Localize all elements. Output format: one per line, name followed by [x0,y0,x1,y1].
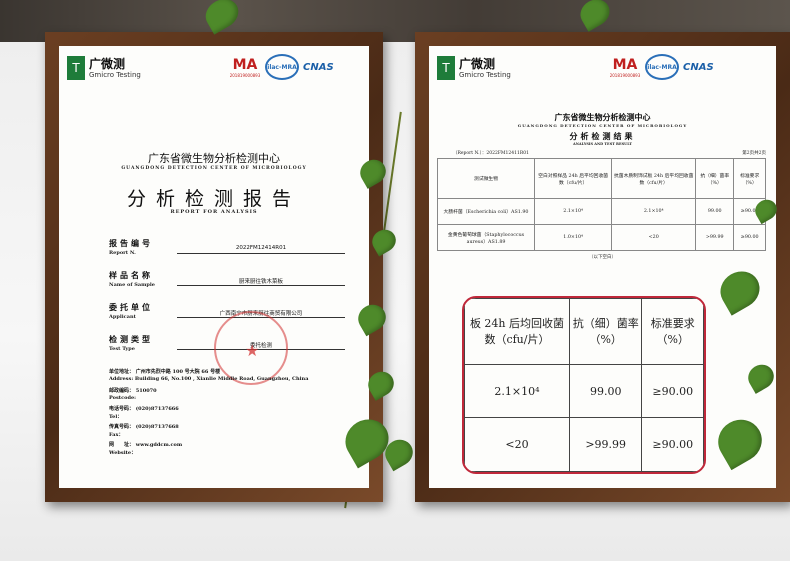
zoom-cell: ≥90.00 [641,417,704,472]
table-cell: 2.1×10⁴ [611,198,697,225]
address-line-9: Website： [109,450,137,456]
table-cell: 2.1×10⁴ [534,198,613,225]
accreditation-logos: MA 201819000893 ilac-MRA CNAS [609,54,714,80]
field-value-sample: 厨来厨往铁木菜板 [238,279,283,285]
zoom-header-row: 板 24h 后均回收菌数（cfu/片） 抗（细）菌率（%） 标准要求（%） [464,298,704,365]
table-header-cell: 标准要求（%） [733,158,766,199]
table-cell: 金黄色葡萄球菌（Staphylococcus aureus）AS1.89 [436,224,536,251]
brand-name-cn: 广微测 [459,56,496,71]
ilac-mra-logo-icon: ilac-MRA [265,54,299,80]
ma-logo-icon: MA 201819000893 [229,56,261,78]
zoom-cell: ≥90.00 [641,363,704,419]
address-line-6: 传真号码： (020)87137668 [109,424,179,430]
brand-mark-icon: T [67,56,85,80]
red-seal-stamp: ★ [214,311,288,385]
address-line-7: Fax： [109,432,124,438]
field-label-applicant: 委托单位 [109,302,153,312]
brand-mark-icon: T [437,56,455,80]
zoom-cell: <20 [464,417,570,472]
zoom-cell: 99.00 [568,363,643,419]
brand-name-en: Gmicro Testing [89,70,141,79]
accreditation-logos: MA 201819000893 ilac-MRA CNAS [229,54,334,80]
brand-logo: T 广微测 Gmicro Testing [67,56,141,80]
field-label-test-type: 检测类型 [109,334,153,344]
table-cell: 1.0×10⁴ [534,224,613,251]
table-cell: ≥90.00 [733,224,766,251]
org-subtitle: GUANGDONG DETECTION CENTER OF MICROBIOLO… [121,166,307,171]
left-certificate: T 广微测 Gmicro Testing MA 201819000893 ilac… [59,46,369,488]
zoom-table: 板 24h 后均回收菌数（cfu/片） 抗（细）菌率（%） 标准要求（%） 2.… [464,298,704,472]
zoom-header-cell: 抗（细）菌率（%） [568,298,643,365]
zoom-cell: 2.1×10⁴ [464,363,570,419]
field-label-en-test-type: Test Type [109,346,135,352]
table-header-row: 测试微生物 空白对照样品 24h 后平均回收菌数（cfu/片） 抗菌木质制饰试板… [436,158,766,199]
cnas-logo-icon: CNAS [683,61,714,73]
ma-logo-icon: MA 201819000893 [609,56,641,78]
address-line-0: 单位地址： 广州市先烈中路 100 号大院 66 号楼 [109,369,221,375]
brand-name-en: Gmicro Testing [459,70,511,79]
org-subtitle: GUANGDONG DETECTION CENTER OF MICROBIOLO… [517,123,688,128]
blank-below-note: （以下空白） [589,255,616,260]
address-line-5: Tel： [109,414,123,420]
table-header-cell: 抗（细）菌率（%） [695,158,735,199]
zoom-row: <20 >99.99 ≥90.00 [464,417,704,472]
field-value-report-no: 2022FM12414R01 [235,245,287,251]
zoom-row: 2.1×10⁴ 99.00 ≥90.00 [464,363,704,419]
brand-name-cn: 广微测 [89,56,126,71]
table-header-cell: 空白对照样品 24h 后平均回收菌数（cfu/片） [534,158,613,199]
results-table: 测试微生物 空白对照样品 24h 后平均回收菌数（cfu/片） 抗菌木质制饰试板… [436,158,766,251]
field-label-en-report-no: Report N. [109,250,136,256]
table-header-cell: 测试微生物 [436,158,536,199]
field-label-en-applicant: Applicant [109,314,136,320]
doc-title: 分析检测报告 [126,188,301,210]
address-line-8: 网 址： www.gddcm.com [109,442,183,448]
address-line-1: Address: Building 66, No.100 , Xianlie M… [109,376,309,382]
field-label-sample: 样品名称 [109,270,153,280]
table-cell: 99.00 [695,198,735,225]
table-row: 金黄色葡萄球菌（Staphylococcus aureus）AS1.89 1.0… [436,224,766,251]
left-certificate-frame: T 广微测 Gmicro Testing MA 201819000893 ilac… [45,32,383,502]
address-line-4: 电话号码： (020)87137666 [109,406,179,412]
field-label-report-no: 报告编号 [109,238,153,248]
zoom-header-cell: 板 24h 后均回收菌数（cfu/片） [464,298,570,365]
zoom-cell: >99.99 [568,417,643,472]
org-title: 广东省微生物分析检测中心 [554,112,651,122]
table-cell: >99.99 [695,224,735,251]
brand-logo: T 广微测 Gmicro Testing [437,56,511,80]
section-title: 分析检测结果 [569,131,636,141]
ilac-mra-logo-icon: ilac-MRA [645,54,679,80]
table-cell: <20 [611,224,697,251]
address-line-2: 邮政编码： 510070 [109,388,157,394]
doc-title-en: REPORT FOR ANALYSIS [170,209,258,215]
org-title: 广东省微生物分析检测中心 [148,152,280,165]
page-number: 第2页共2页 [742,151,766,156]
field-label-en-sample: Name of Sample [109,282,155,288]
cnas-logo-icon: CNAS [303,61,334,73]
table-cell: 大肠杆菌（Escherichia coli）AS1.90 [436,198,536,225]
report-number: （Report N.）：2022FM12411R01 [453,151,529,156]
zoom-callout: 板 24h 后均回收菌数（cfu/片） 抗（细）菌率（%） 标准要求（%） 2.… [462,296,706,474]
address-line-3: Postcode: [109,395,136,401]
section-title-en: ANALYSIS AND TEST RESULT [572,142,632,146]
table-row: 大肠杆菌（Escherichia coli）AS1.90 2.1×10⁴ 2.1… [436,198,766,225]
table-header-cell: 抗菌木质制饰试板 24h 后平均回收菌数（cfu/片） [611,158,697,199]
zoom-header-cell: 标准要求（%） [641,298,704,365]
